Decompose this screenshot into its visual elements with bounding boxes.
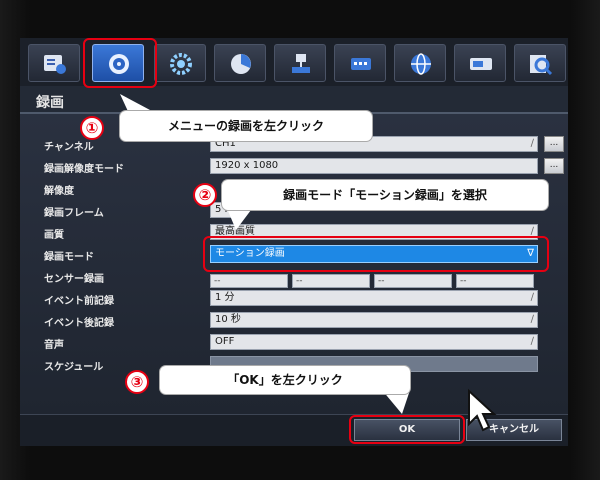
schedule-label: スケジュール [44,362,104,373]
post-event-label: イベント後記録 [44,318,114,329]
audio-label: 音声 [44,340,64,351]
dropdown-arrow-icon: ∕ [530,314,534,325]
audio-value: OFF [215,336,235,347]
camera-list-icon [44,55,66,74]
step1-number-badge: ① [80,116,104,140]
quality-label: 画質 [44,230,64,241]
post-event-select[interactable]: 10 秒 ∕ [210,312,538,328]
pre-event-value: 1 分 [215,292,235,303]
highlight-record-tab [83,38,157,88]
highlight-ok-button [349,415,465,444]
tab-system[interactable] [454,44,506,82]
callout-step3: 「OK」を左クリック [160,366,410,394]
channel-more-button[interactable]: ... [544,136,564,152]
tab-event[interactable] [334,44,386,82]
record-frame-label: 録画フレーム [44,208,104,219]
section-title: 録画 [36,95,64,111]
dropdown-arrow-icon: ∕ [530,336,534,347]
tab-search[interactable] [514,44,566,82]
record-resolution-mode-select[interactable]: 1920 x 1080 [210,158,538,174]
screenshot-stage: 録画 チャンネル CH1 ∕ ... 録画解像度モード 1920 x 1080 .… [0,0,600,480]
gear-icon [170,53,192,75]
search-icon [530,55,553,76]
record-mode-label: 録画モード [44,252,94,263]
tab-settings[interactable] [154,44,206,82]
device-icon [351,58,371,70]
tab-camera[interactable] [28,44,80,82]
tab-web[interactable] [394,44,446,82]
audio-select[interactable]: OFF ∕ [210,334,538,350]
resolution-more-button[interactable]: ... [544,158,564,174]
pie-chart-icon [231,54,251,74]
post-event-value: 10 秒 [215,314,241,325]
step2-number-badge: ② [193,183,217,207]
pre-event-select[interactable]: 1 分 ∕ [210,290,538,306]
system-card-icon [470,58,492,70]
record-resolution-mode-value: 1920 x 1080 [215,160,279,171]
globe-icon [411,53,431,75]
step3-number-badge: ③ [125,370,149,394]
sensor-record-select-2[interactable]: -- [292,274,370,288]
sensor-record-label: センサー録画 [44,274,104,285]
tab-network[interactable] [274,44,326,82]
callout-step1: メニューの録画を左クリック [120,111,372,141]
callout-step2: 録画モード「モーション録画」を選択 [222,180,548,210]
dropdown-arrow-icon: ∕ [530,138,534,149]
sensor-record-select-3[interactable]: -- [374,274,452,288]
mouse-cursor-icon [468,388,497,432]
network-icon [292,54,310,73]
channel-label: チャンネル [44,142,94,153]
highlight-record-mode [203,236,549,272]
sensor-record-select-4[interactable]: -- [456,274,534,288]
pre-event-label: イベント前記録 [44,296,114,307]
resolution-label: 解像度 [44,186,74,197]
sensor-record-select-1[interactable]: -- [210,274,288,288]
dropdown-arrow-icon: ∕ [530,292,534,303]
record-resolution-mode-label: 録画解像度モード [44,164,124,175]
tab-disk[interactable] [214,44,266,82]
